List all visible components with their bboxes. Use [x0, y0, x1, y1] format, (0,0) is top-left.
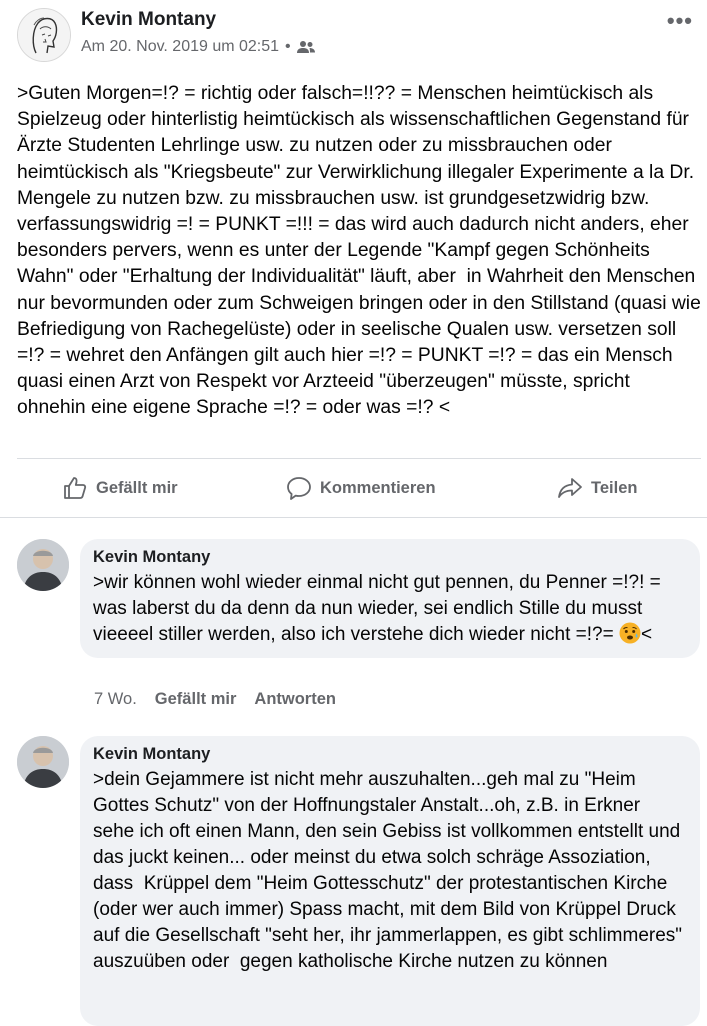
comment-text-end: < [640, 624, 653, 645]
comment-author-name[interactable]: Kevin Montany [93, 745, 686, 764]
more-options-icon[interactable]: ••• [667, 8, 693, 34]
comment-like-button[interactable]: Gefällt mir [155, 690, 237, 709]
comment-reply-button[interactable]: Antworten [254, 690, 336, 709]
share-icon [558, 478, 582, 498]
comment-icon [287, 477, 311, 500]
comment-bubble: Kevin Montany >dein Gejammere ist nicht … [80, 736, 700, 1026]
comment-button[interactable]: Kommentieren [286, 475, 436, 501]
author-avatar[interactable] [17, 8, 71, 62]
profile-photo-icon [17, 736, 69, 788]
comment-text: >wir können wohl wieder einmal nicht gut… [93, 570, 686, 648]
profile-photo-icon [17, 539, 69, 591]
comment-text-body: >wir können wohl wieder einmal nicht gut… [93, 572, 667, 645]
post-actions-bar: Gefällt mir Kommentieren Teilen [0, 462, 707, 514]
share-label: Teilen [591, 478, 638, 497]
comment-label: Kommentieren [320, 478, 436, 497]
comment-bubble: Kevin Montany >wir können wohl wieder ei… [80, 539, 700, 658]
share-button[interactable]: Teilen [557, 475, 637, 501]
commenter-avatar[interactable] [17, 539, 69, 591]
post-timestamp[interactable]: Am 20. Nov. 2019 um 02:51 [81, 38, 279, 56]
friends-icon[interactable] [296, 40, 315, 54]
sketch-portrait-icon [18, 9, 70, 61]
post-header: Kevin Montany Am 20. Nov. 2019 um 02:51 … [0, 0, 707, 72]
comment-age[interactable]: 7 Wo. [94, 690, 137, 709]
post-text: >Guten Morgen=!? = richtig oder falsch=!… [17, 83, 707, 419]
post-author-name[interactable]: Kevin Montany [81, 9, 216, 31]
commenter-avatar[interactable] [17, 736, 69, 788]
anxious-face-emoji [619, 622, 641, 644]
like-label: Gefällt mir [96, 478, 178, 497]
like-button[interactable]: Gefällt mir [62, 475, 178, 501]
comment-text: >dein Gejammere ist nicht mehr auszuhalt… [93, 769, 688, 972]
comment-actions: 7 Wo. Gefällt mir Antworten [94, 690, 336, 709]
post-meta: Am 20. Nov. 2019 um 02:51 • [81, 38, 315, 56]
comment-author-name[interactable]: Kevin Montany [93, 548, 686, 567]
comments-separator [0, 517, 707, 518]
meta-separator: • [285, 38, 291, 55]
post-divider [17, 458, 701, 459]
thumbs-up-icon [64, 477, 87, 499]
